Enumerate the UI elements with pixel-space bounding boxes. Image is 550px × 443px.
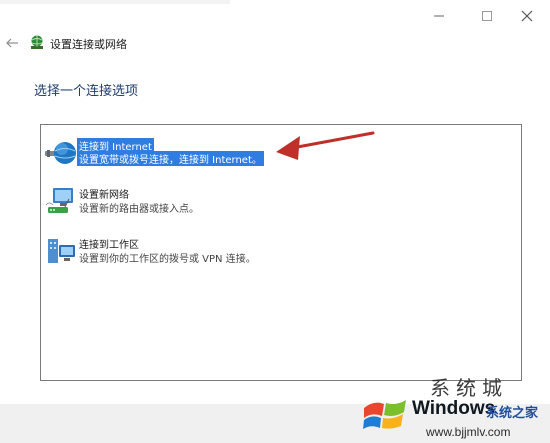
option-new-network[interactable]: 设置新网络 设置新的路由器或接入点。: [45, 183, 515, 219]
wizard-title: 设置连接或网络: [50, 38, 127, 51]
option-title: 设置新网络: [79, 190, 129, 201]
option-title: 连接到工作区: [79, 240, 139, 251]
workplace-vpn-icon: [48, 239, 75, 263]
globe-cable-icon: [45, 142, 76, 164]
option-description: 设置到你的工作区的拨号或 VPN 连接。: [79, 254, 256, 265]
wizard-header: 设置连接或网络: [0, 30, 550, 56]
minimize-button[interactable]: [416, 4, 462, 28]
watermark-brand-cn: 系统之家: [486, 406, 539, 421]
back-arrow-icon[interactable]: [5, 36, 19, 50]
windows-logo-icon: [363, 400, 406, 429]
close-icon: [521, 10, 533, 22]
watermark-top-text: 系统城: [430, 376, 508, 400]
option-description: 设置宽带或拨号连接，连接到 Internet。: [77, 151, 264, 166]
network-globe-icon: [31, 35, 43, 49]
router-computer-icon: [45, 188, 73, 213]
watermark-brand: Windows: [412, 398, 496, 419]
option-connect-workplace[interactable]: 连接到工作区 设置到你的工作区的拨号或 VPN 连接。: [45, 233, 515, 269]
option-connect-internet[interactable]: 连接到 Internet 设置宽带或拨号连接，连接到 Internet。: [45, 135, 515, 171]
page-heading: 选择一个连接选项: [34, 84, 139, 99]
option-description: 设置新的路由器或接入点。: [79, 204, 199, 215]
watermark: 系统城 Windows 系统之家 www.bjjmlv.com: [356, 368, 550, 443]
minimize-icon: [434, 15, 444, 17]
maximize-icon: [482, 11, 492, 21]
watermark-url: www.bjjmlv.com: [426, 425, 511, 439]
connection-options-list: 连接到 Internet 设置宽带或拨号连接，连接到 Internet。 设置新…: [40, 124, 522, 381]
close-button[interactable]: [504, 4, 550, 28]
title-bar: [0, 0, 550, 30]
